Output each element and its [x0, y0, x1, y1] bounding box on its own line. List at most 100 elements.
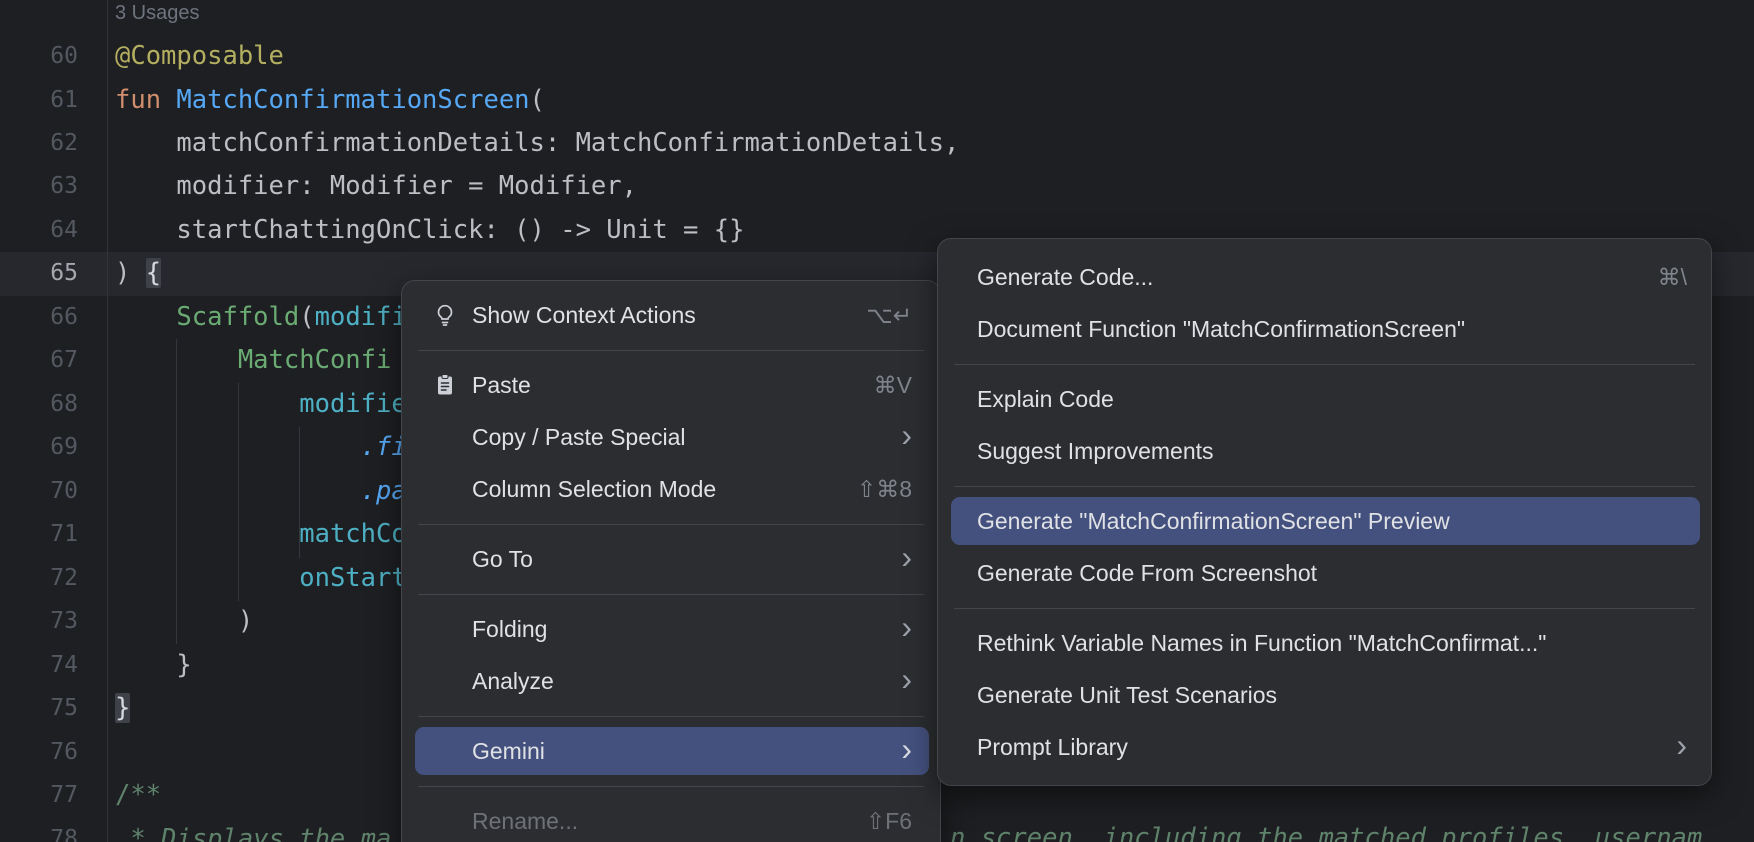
code-token: ( [299, 302, 314, 332]
code-token: { [146, 258, 161, 288]
menu-item-label: Generate Code From Screenshot [977, 560, 1317, 587]
code-token: * Displays the ma [115, 824, 391, 842]
gemini-submenu: Generate Code...⌘\ Document Function "Mat… [937, 238, 1712, 786]
gemini-submenu-item-generate-unit-test-scenarios[interactable]: Generate Unit Test Scenarios [938, 669, 1711, 721]
code-token [115, 519, 299, 549]
context-menu-separator [402, 341, 940, 359]
submenu-arrow-icon: › [1676, 729, 1687, 761]
code-token: @Composable [115, 41, 284, 71]
submenu-arrow-icon: › [901, 663, 912, 695]
menu-item-shortcut: ⌘\ [1658, 264, 1687, 291]
code-token: .pa [361, 476, 407, 506]
line-number: 75 [0, 686, 78, 730]
line-number: 71 [0, 512, 78, 556]
line-number: 76 [0, 730, 78, 774]
context-menu-item-gemini[interactable]: Gemini› [402, 725, 940, 777]
gemini-submenu-item-rethink-variable-names[interactable]: Rethink Variable Names in Function "Matc… [938, 617, 1711, 669]
line-number: 66 [0, 295, 78, 339]
gemini-submenu-item-suggest-improvements[interactable]: Suggest Improvements [938, 425, 1711, 477]
gemini-submenu-item-generate-preview[interactable]: Generate "MatchConfirmationScreen" Previ… [938, 495, 1711, 547]
menu-item-label: Rethink Variable Names in Function "Matc… [977, 630, 1546, 657]
menu-item-label: Go To [472, 546, 533, 573]
code-line: * Displays the ma [115, 817, 391, 842]
code-token: MatchConfi [238, 345, 392, 375]
submenu-arrow-icon: › [901, 733, 912, 765]
line-number: 77 [0, 773, 78, 817]
gemini-submenu-item-generate-code-from-screenshot[interactable]: Generate Code From Screenshot [938, 547, 1711, 599]
code-token: matchConfirmationDetails: MatchConfirmat… [115, 128, 959, 158]
code-token: .fi [361, 432, 407, 462]
code-token: startChattingOnClick: () -> Unit = {} [115, 215, 744, 245]
context-menu-separator [402, 585, 940, 603]
editor-context-menu: Show Context Actions⌥↵ Paste ⌘V Copy / Past… [401, 280, 941, 842]
code-line: } [115, 686, 130, 730]
line-number: 60 [0, 34, 78, 78]
line-number: 63 [0, 164, 78, 208]
line-number: 70 [0, 469, 78, 513]
context-menu-item-copy-paste-special[interactable]: Copy / Paste Special › [402, 411, 940, 463]
menu-item-shortcut: ⇧⌘8 [857, 476, 912, 503]
code-line: matchCo [115, 512, 407, 556]
menu-item-label: Document Function "MatchConfirmationScre… [977, 316, 1465, 343]
line-number: 67 [0, 338, 78, 382]
code-token: MatchConfirmationScreen [176, 85, 529, 115]
submenu-arrow-icon: › [901, 419, 912, 451]
code-line: .fi [115, 425, 407, 469]
gemini-submenu-separator [938, 599, 1711, 617]
line-number: 73 [0, 599, 78, 643]
code-line: ) [115, 599, 253, 643]
submenu-arrow-icon: › [901, 611, 912, 643]
menu-item-label: Rename... [472, 808, 578, 835]
context-menu-separator [402, 707, 940, 725]
code-token: /** [115, 780, 161, 810]
gemini-submenu-item-generate-code[interactable]: Generate Code...⌘\ [938, 251, 1711, 303]
code-token [115, 389, 299, 419]
line-number: 69 [0, 425, 78, 469]
line-number: 72 [0, 556, 78, 600]
menu-item-label: Generate Unit Test Scenarios [977, 682, 1277, 709]
line-number: 78 [0, 817, 78, 842]
ide-screen: { "colors": { "editor_background": "#1E1… [0, 0, 1754, 842]
code-line: modifie [115, 382, 407, 426]
code-line: @Composable [115, 34, 284, 78]
context-menu-item-show-context-actions[interactable]: Show Context Actions⌥↵ [402, 289, 940, 341]
gemini-submenu-item-document-function[interactable]: Document Function "MatchConfirmationScre… [938, 303, 1711, 355]
code-token [115, 563, 299, 593]
code-token [115, 476, 361, 506]
code-token: } [115, 650, 192, 680]
line-number: 64 [0, 208, 78, 252]
context-menu-separator [402, 515, 940, 533]
code-line: startChattingOnClick: () -> Unit = {} [115, 208, 744, 252]
menu-item-shortcut: ⌘V [874, 372, 912, 399]
gutter-separator [107, 0, 108, 842]
code-token: ( [530, 85, 545, 115]
line-number: 74 [0, 643, 78, 687]
code-token: modifie [299, 389, 406, 419]
gemini-submenu-item-explain-code[interactable]: Explain Code [938, 373, 1711, 425]
menu-item-label: Paste [472, 372, 531, 399]
gemini-submenu-separator [938, 355, 1711, 373]
code-token [115, 432, 361, 462]
menu-item-label: Copy / Paste Special [472, 424, 686, 451]
gemini-submenu-item-prompt-library[interactable]: Prompt Library› [938, 721, 1711, 773]
doc-comment-fragment: n screen, including the matched profiles… [950, 816, 1702, 842]
context-menu-item-paste[interactable]: Paste ⌘V [402, 359, 940, 411]
context-menu-item-folding[interactable]: Folding› [402, 603, 940, 655]
code-line: modifier: Modifier = Modifier, [115, 164, 637, 208]
context-menu-separator [402, 777, 940, 795]
code-token [115, 302, 176, 332]
menu-item-label: Suggest Improvements [977, 438, 1214, 465]
code-token: fun [115, 85, 176, 115]
menu-item-label: Generate "MatchConfirmationScreen" Previ… [977, 508, 1450, 535]
code-token: ) [115, 606, 253, 636]
submenu-arrow-icon: › [901, 541, 912, 573]
context-menu-item-column-selection-mode[interactable]: Column Selection Mode⇧⌘8 [402, 463, 940, 515]
line-number: 68 [0, 382, 78, 426]
menu-item-shortcut: ⌥↵ [866, 302, 912, 329]
context-menu-item-analyze[interactable]: Analyze› [402, 655, 940, 707]
code-token: } [115, 693, 130, 723]
usages-inlay-hint[interactable]: 3 Usages [115, 0, 200, 26]
code-line: /** [115, 773, 161, 817]
code-token: modifier: Modifier = Modifier, [115, 171, 637, 201]
context-menu-item-go-to[interactable]: Go To › [402, 533, 940, 585]
